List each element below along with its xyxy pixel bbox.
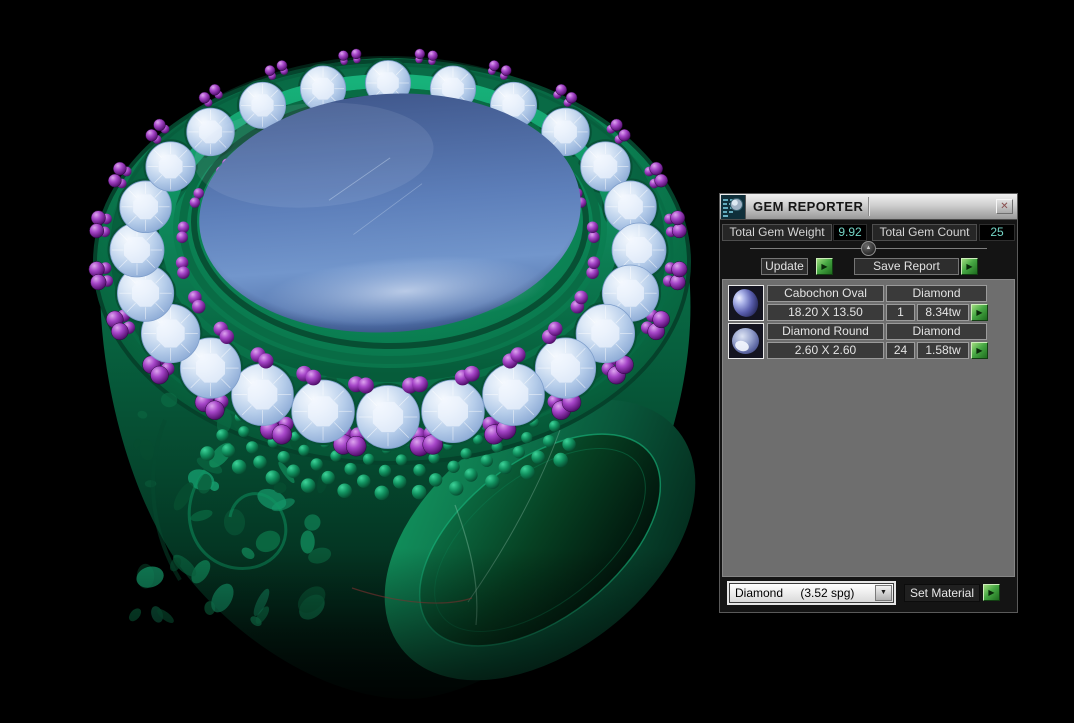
gem-count: 1 — [886, 304, 915, 321]
titlebar-divider — [868, 197, 869, 216]
gem-name: Diamond Round — [767, 323, 884, 340]
bottom-shadow-fade — [50, 548, 750, 723]
material-dropdown[interactable]: Diamond (3.52 spg) ▼ — [729, 583, 894, 603]
close-icon[interactable]: ✕ — [996, 199, 1013, 214]
set-material-run-icon[interactable]: ▶ — [983, 584, 1000, 601]
gem-report-icon — [721, 195, 746, 219]
update-run-icon[interactable]: ▶ — [816, 258, 833, 275]
gem-thumbnail-round[interactable] — [728, 323, 764, 359]
gem-material: Diamond — [886, 323, 987, 340]
total-gem-weight-label: Total Gem Weight — [722, 224, 832, 241]
gem-weight: 1.58tw — [917, 342, 969, 359]
gem-row-diamond-round[interactable]: Diamond Round Diamond 2.60 X 2.60 24 1.5… — [728, 323, 988, 359]
save-report-button[interactable]: Save Report — [854, 258, 959, 275]
gem-row-run-icon[interactable]: ▶ — [971, 304, 988, 321]
gem-name: Cabochon Oval — [767, 285, 884, 302]
window-title: GEM REPORTER — [753, 199, 864, 214]
material-dropdown-density: (3.52 spg) — [800, 586, 855, 600]
material-dropdown-selected: Diamond — [735, 586, 784, 600]
gem-reporter-window: GEM REPORTER ✕ Total Gem Weight 9.92 Tot… — [719, 193, 1018, 613]
gem-row-run-icon[interactable]: ▶ — [971, 342, 988, 359]
total-gem-count-value: 25 — [979, 224, 1015, 241]
oval-gem-icon — [729, 286, 762, 320]
total-gem-weight-value: 9.92 — [833, 224, 867, 241]
gem-row-cabochon-oval[interactable]: Cabochon Oval Diamond 18.20 X 13.50 1 8.… — [728, 285, 988, 321]
window-titlebar[interactable]: GEM REPORTER ✕ — [720, 194, 1017, 220]
gem-size: 2.60 X 2.60 — [767, 342, 884, 359]
collapse-arrow-icon[interactable]: ▲ — [861, 241, 876, 256]
total-gem-count-label: Total Gem Count — [872, 224, 977, 241]
chevron-down-icon[interactable]: ▼ — [875, 585, 892, 601]
gem-weight: 8.34tw — [917, 304, 969, 321]
round-gem-icon — [732, 328, 759, 354]
gem-material: Diamond — [886, 285, 987, 302]
gem-thumbnail-oval[interactable] — [728, 285, 764, 321]
gem-size: 18.20 X 13.50 — [767, 304, 884, 321]
save-report-run-icon[interactable]: ▶ — [961, 258, 978, 275]
update-button[interactable]: Update — [761, 258, 808, 275]
gem-count: 24 — [886, 342, 915, 359]
set-material-button[interactable]: Set Material — [904, 584, 980, 602]
gem-list-area: Cabochon Oval Diamond 18.20 X 13.50 1 8.… — [722, 279, 1015, 577]
